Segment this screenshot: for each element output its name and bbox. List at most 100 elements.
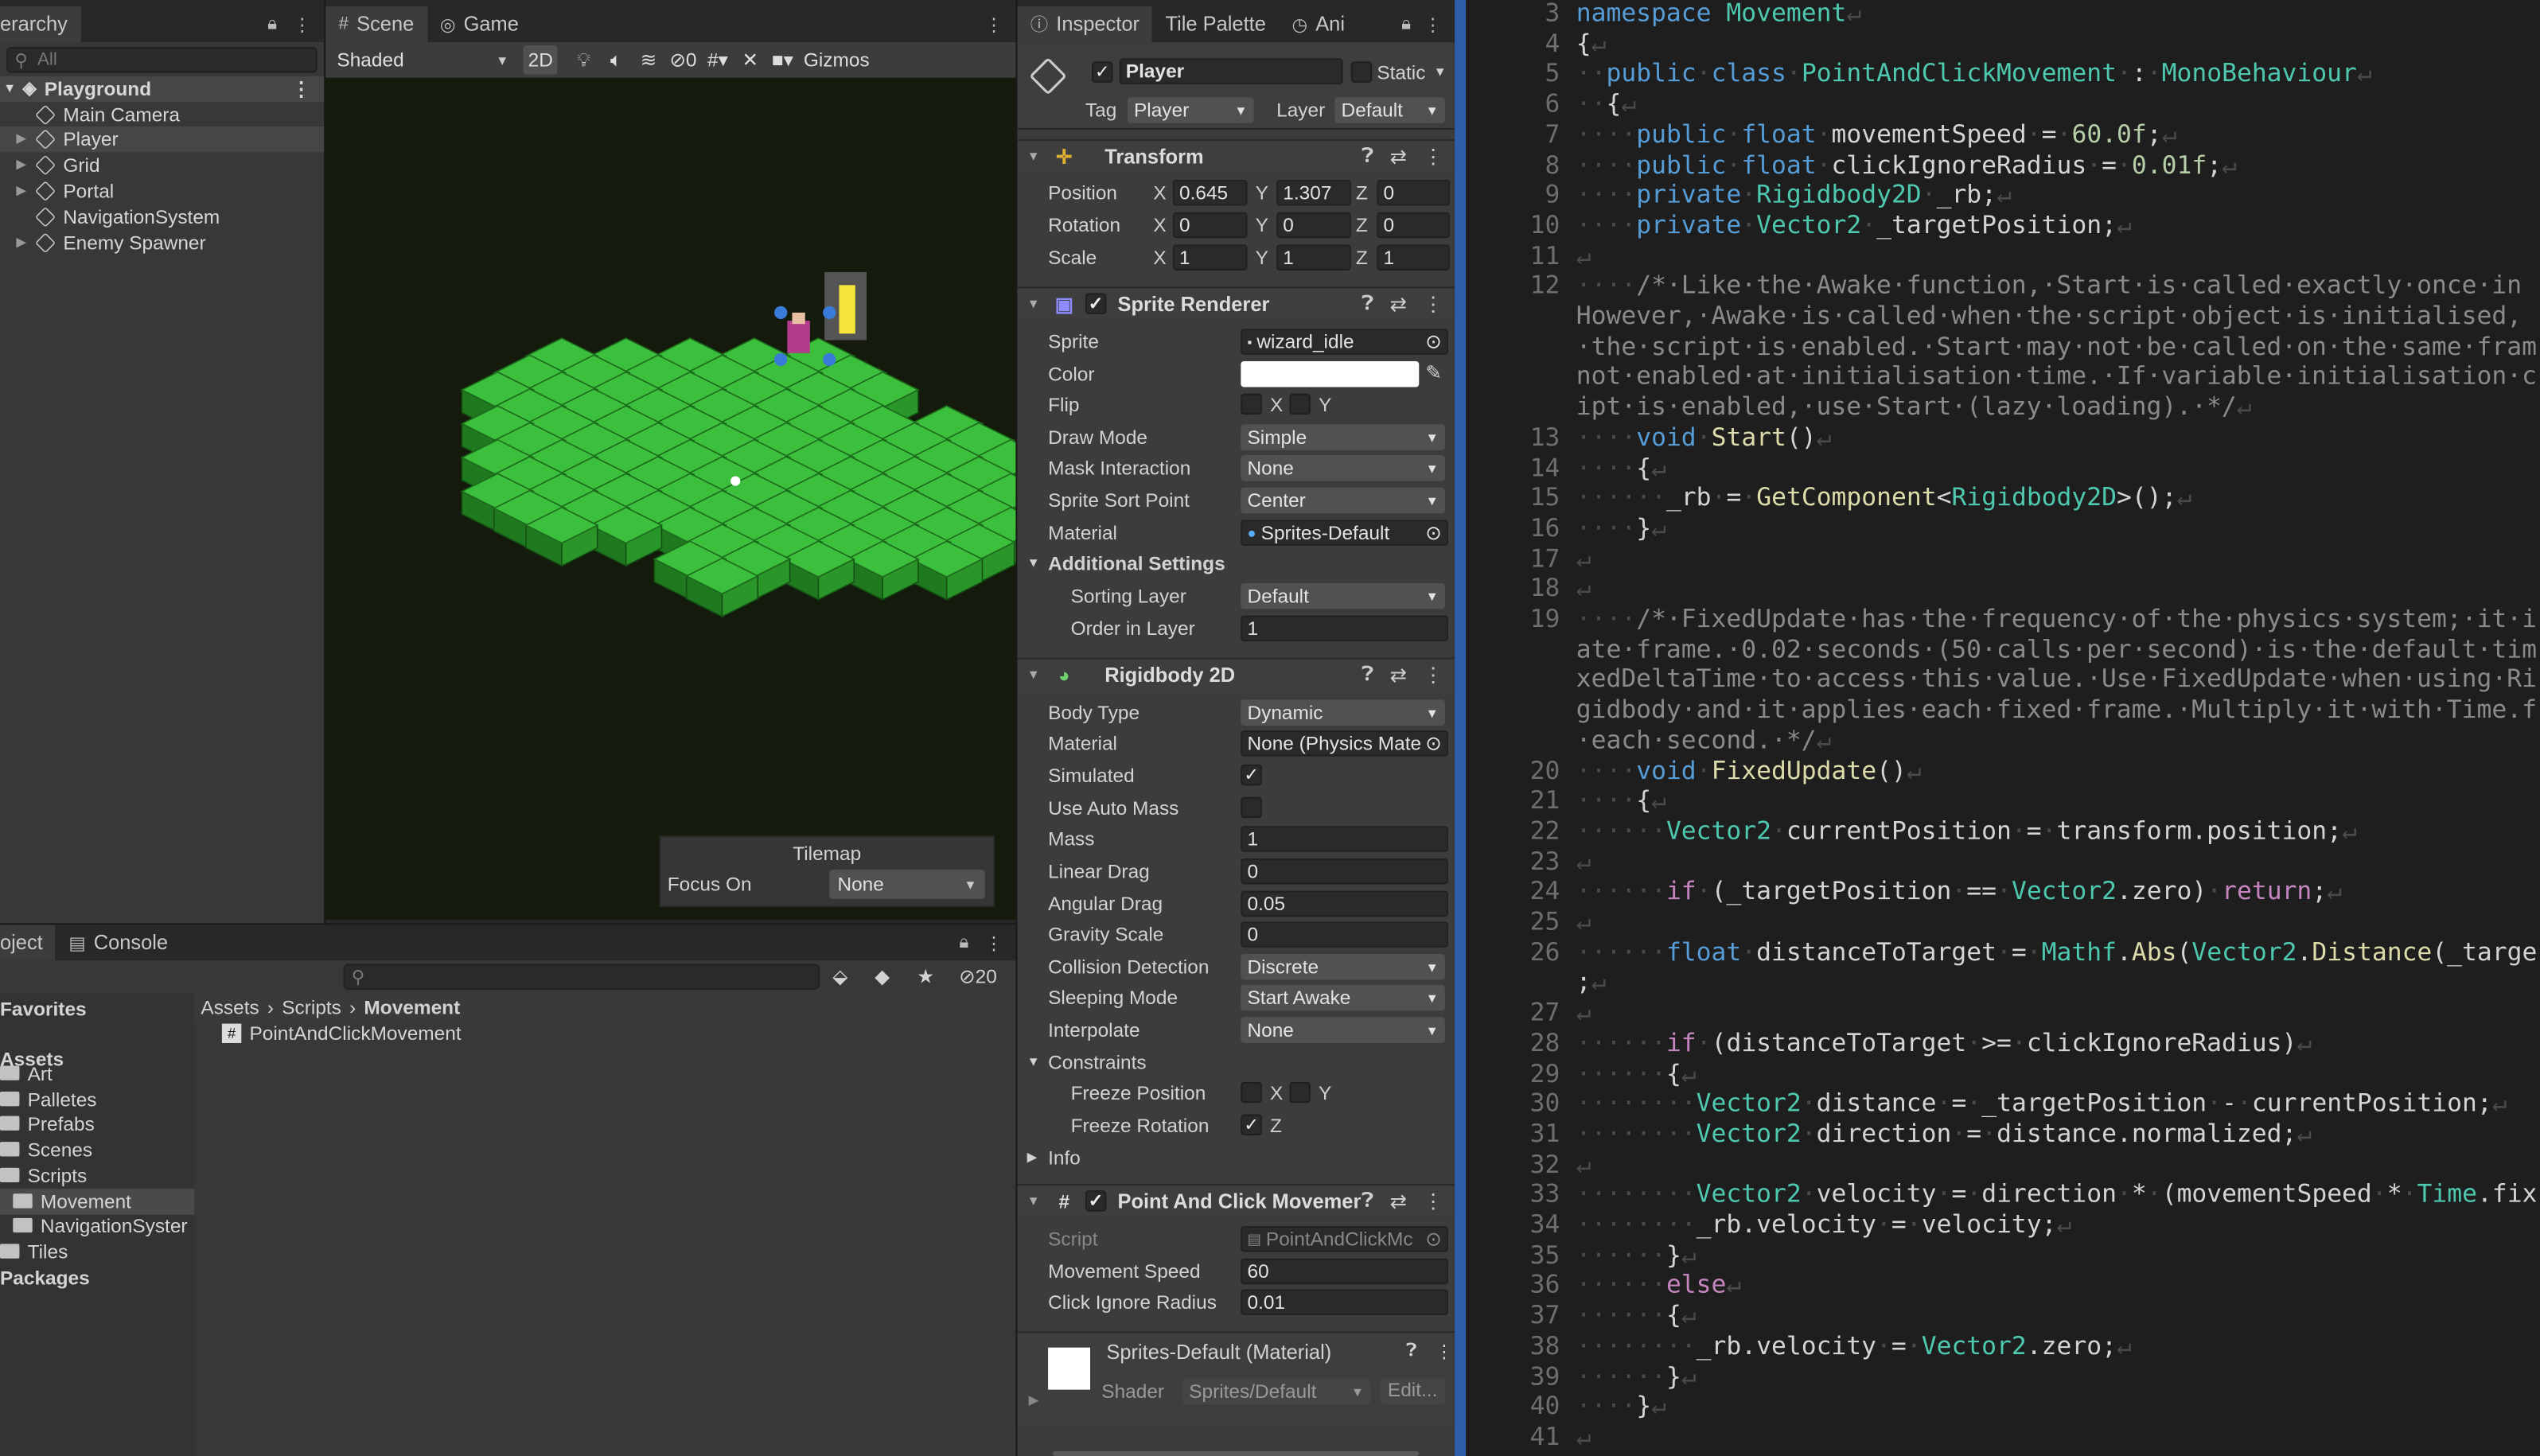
more-menu-icon[interactable]: ⋮ bbox=[1423, 1189, 1443, 1213]
more-menu-icon[interactable]: ⋮ bbox=[1436, 1341, 1453, 1362]
scene-root-row[interactable]: ▼ ◈ Playground ⋮ bbox=[0, 76, 325, 102]
more-menu-icon[interactable]: ⋮ bbox=[293, 14, 310, 34]
audio-toggle-icon[interactable]: 🔈︎ bbox=[600, 45, 633, 75]
transform-rotation-x-field[interactable]: 0 bbox=[1172, 212, 1248, 239]
help-icon[interactable]: ❓︎ bbox=[1406, 1341, 1416, 1362]
tools-icon[interactable]: ✕ bbox=[734, 45, 766, 75]
lock-icon[interactable]: 🔒︎ bbox=[1401, 14, 1411, 34]
object-picker-icon[interactable]: ⊙ bbox=[1425, 330, 1441, 352]
fold-arrow-icon[interactable]: ▶ bbox=[1027, 1150, 1038, 1165]
asset-folder[interactable]: Scenes bbox=[0, 1137, 194, 1162]
expand-arrow-icon[interactable]: ▼ bbox=[3, 81, 16, 95]
more-menu-icon[interactable]: ⋮ bbox=[1424, 14, 1441, 34]
eyedropper-icon[interactable]: ✎ bbox=[1425, 361, 1441, 383]
tab-animation[interactable]: ◷ Ani bbox=[1279, 6, 1358, 42]
packages-header[interactable]: Packages bbox=[0, 1265, 90, 1291]
freeze-pos-x-checkbox[interactable] bbox=[1241, 1081, 1262, 1104]
transform-position-z-field[interactable]: 0 bbox=[1377, 179, 1450, 206]
breadcrumb-scripts[interactable]: Scripts bbox=[282, 995, 341, 1018]
tab-inspector[interactable]: ⓘ Inspector bbox=[1017, 6, 1153, 42]
hidden-objects-icon[interactable]: ⊘ 0 bbox=[664, 45, 701, 75]
toggle-2d-button[interactable]: 2D bbox=[523, 45, 558, 75]
gravity-field[interactable]: 0 bbox=[1241, 921, 1448, 948]
hierarchy-item[interactable]: ▶ Player bbox=[0, 126, 325, 152]
script-component-header[interactable]: ▼ # ✓ Point And Click Movemen ❓︎ ⇄ ⋮ bbox=[1017, 1184, 1455, 1217]
more-menu-icon[interactable]: ⋮ bbox=[1423, 144, 1443, 168]
component-enabled-checkbox[interactable]: ✓ bbox=[1085, 293, 1107, 314]
fold-arrow-icon[interactable]: ▼ bbox=[1027, 1193, 1040, 1208]
body-type-dropdown[interactable]: Dynamic ▼ bbox=[1241, 699, 1445, 726]
more-menu-icon[interactable]: ⋮ bbox=[1423, 663, 1443, 687]
simulated-checkbox[interactable]: ✓ bbox=[1241, 764, 1262, 786]
draw_mode-dropdown[interactable]: Simple ▼ bbox=[1241, 424, 1445, 450]
favorites-header[interactable]: Favorites bbox=[0, 996, 87, 1022]
interpolate-dropdown[interactable]: None ▼ bbox=[1241, 1017, 1445, 1043]
hierarchy-item[interactable]: Main Camera bbox=[0, 102, 324, 127]
mass-field[interactable]: 1 bbox=[1241, 826, 1448, 852]
fold-arrow-icon[interactable]: ▼ bbox=[1027, 149, 1040, 163]
object-picker-icon[interactable]: ⊙ bbox=[1425, 732, 1442, 755]
more-menu-icon[interactable]: ⋮ bbox=[1423, 291, 1443, 315]
fold-arrow-icon[interactable]: ▼ bbox=[1027, 668, 1040, 682]
gizmos-button[interactable]: Gizmos bbox=[799, 45, 875, 75]
selection-handle[interactable] bbox=[774, 306, 788, 320]
freeze-rot-z-checkbox[interactable]: ✓ bbox=[1241, 1114, 1262, 1136]
expand-arrow-icon[interactable]: ▶ bbox=[16, 158, 35, 172]
more-menu-icon[interactable]: ⋮ bbox=[985, 932, 1003, 953]
project-search-input[interactable]: ⚲ bbox=[343, 964, 820, 990]
grid-snap-icon[interactable]: #▾ bbox=[702, 45, 734, 75]
order-in-layer-field[interactable]: 1 bbox=[1241, 615, 1448, 642]
edit-shader-button[interactable]: Edit... bbox=[1380, 1378, 1445, 1404]
effects-toggle-icon[interactable]: ≋ bbox=[633, 45, 665, 75]
fold-arrow-icon[interactable]: ▼ bbox=[1027, 1055, 1040, 1069]
code-editor[interactable]: 3 namespace Movement↵ 4 {↵ 5 ··public·class·P… bbox=[1466, 0, 2540, 1456]
object-name-field[interactable]: Player bbox=[1119, 58, 1343, 84]
favorite-star-icon[interactable]: ★ bbox=[917, 965, 934, 987]
more-menu-icon[interactable]: ⋮ bbox=[985, 14, 1003, 34]
breadcrumb-assets[interactable]: Assets bbox=[201, 995, 259, 1018]
sorting-layer-dropdown[interactable]: Default ▼ bbox=[1241, 582, 1445, 609]
hierarchy-item[interactable]: ▶ Enemy Spawner bbox=[0, 230, 324, 255]
expand-arrow-icon[interactable]: ▶ bbox=[16, 132, 35, 146]
expand-arrow-icon[interactable]: ▶ bbox=[16, 236, 35, 250]
sprite-field[interactable]: ▪ wizard_idle ⊙ bbox=[1241, 329, 1448, 355]
flip-x-checkbox[interactable] bbox=[1241, 393, 1262, 415]
breadcrumb-movement[interactable]: Movement bbox=[364, 995, 460, 1018]
rigidbody-header[interactable]: ▼ ◕ Rigidbody 2D ❓︎ ⇄ ⋮ bbox=[1017, 657, 1455, 691]
collision-dropdown[interactable]: Discrete ▼ bbox=[1241, 954, 1445, 980]
layer-dropdown[interactable]: Default ▼ bbox=[1334, 97, 1445, 123]
help-icon[interactable]: ❓︎ bbox=[1362, 291, 1373, 316]
label-filter-icon[interactable]: ◆ bbox=[875, 965, 890, 987]
sort_point-dropdown[interactable]: Center ▼ bbox=[1241, 487, 1445, 514]
expand-arrow-icon[interactable]: ▶ bbox=[16, 184, 35, 198]
physics-material-field[interactable]: None (Physics Mate ⊙ bbox=[1241, 730, 1448, 757]
click-radius-field[interactable]: 0.01 bbox=[1241, 1289, 1448, 1315]
help-icon[interactable]: ❓︎ bbox=[1362, 663, 1373, 687]
hierarchy-item[interactable]: NavigationSystem bbox=[0, 204, 324, 229]
help-icon[interactable]: ❓︎ bbox=[1362, 144, 1373, 169]
shading-mode-dropdown[interactable]: Shaded ▼ bbox=[329, 45, 517, 75]
angular_drag-field[interactable]: 0.05 bbox=[1241, 890, 1448, 917]
help-icon[interactable]: ❓︎ bbox=[1362, 1189, 1373, 1213]
selection-handle[interactable] bbox=[774, 352, 788, 367]
transform-scale-z-field[interactable]: 1 bbox=[1377, 244, 1450, 271]
hierarchy-item[interactable]: ▶ Grid bbox=[0, 152, 324, 177]
preset-icon[interactable]: ⇄ bbox=[1390, 144, 1407, 168]
transform-scale-y-field[interactable]: 1 bbox=[1276, 244, 1351, 271]
hierarchy-item[interactable]: ▶ Portal bbox=[0, 178, 324, 204]
window-splitter[interactable] bbox=[1455, 0, 1467, 1456]
scene-viewport[interactable] bbox=[325, 77, 1048, 921]
scene-menu-icon[interactable]: ⋮ bbox=[291, 77, 310, 99]
tab-game[interactable]: ◎ Game bbox=[427, 6, 532, 42]
chevron-down-icon[interactable]: ▼ bbox=[1434, 64, 1447, 79]
asset-folder[interactable]: Palletes bbox=[0, 1087, 194, 1112]
object-picker-icon[interactable]: ⊙ bbox=[1425, 521, 1441, 543]
tab-scene[interactable]: # Scene bbox=[325, 6, 427, 42]
fold-arrow-icon[interactable]: ▶ bbox=[1029, 1393, 1039, 1407]
asset-folder[interactable]: Tiles bbox=[0, 1239, 194, 1264]
asset-folder[interactable]: Movement bbox=[0, 1189, 195, 1215]
mask-dropdown[interactable]: None ▼ bbox=[1241, 455, 1445, 481]
linear_drag-field[interactable]: 0 bbox=[1241, 858, 1448, 885]
fold-arrow-icon[interactable]: ▼ bbox=[1027, 297, 1040, 311]
tab-console[interactable]: ▤ Console bbox=[56, 925, 181, 960]
